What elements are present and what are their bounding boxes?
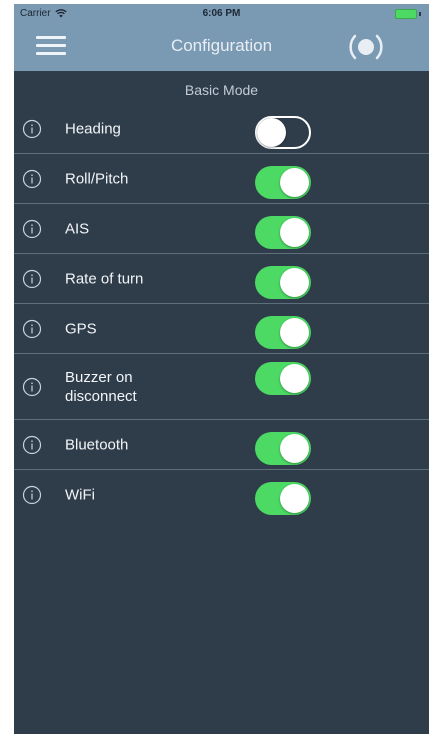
info-icon[interactable]: [22, 485, 42, 505]
wifi-toggle[interactable]: [255, 482, 311, 515]
battery-icon: [395, 9, 421, 19]
info-icon[interactable]: [22, 119, 42, 139]
setting-label: Rate of turn: [65, 270, 144, 287]
setting-row-bluetooth: Bluetooth: [14, 420, 429, 470]
setting-label: Buzzer on disconnect: [65, 368, 137, 405]
info-icon[interactable]: [22, 319, 42, 339]
ais-toggle[interactable]: [255, 216, 311, 249]
device-signal-icon[interactable]: [340, 26, 392, 68]
info-icon[interactable]: [22, 435, 42, 455]
info-icon[interactable]: [22, 377, 42, 397]
setting-row-wifi: WiFi: [14, 470, 429, 519]
gps-toggle[interactable]: [255, 316, 311, 349]
app-screen: Carrier 6:06 PM Configuration Basic Mode…: [14, 4, 429, 734]
settings-list: Heading Roll/Pitch AIS Rate of turn GPS …: [14, 104, 429, 519]
setting-label: AIS: [65, 220, 90, 237]
roll-pitch-toggle[interactable]: [255, 166, 311, 199]
status-bar: Carrier 6:06 PM: [14, 4, 429, 22]
header: Carrier 6:06 PM Configuration: [14, 4, 429, 71]
setting-row-buzzer: Buzzer on disconnect: [14, 354, 429, 420]
buzzer-toggle[interactable]: [255, 362, 311, 395]
rate-of-turn-toggle[interactable]: [255, 266, 311, 299]
info-icon[interactable]: [22, 219, 42, 239]
mode-label: Basic Mode: [184, 82, 259, 98]
setting-label: GPS: [65, 320, 97, 337]
setting-label: Bluetooth: [65, 436, 129, 453]
setting-row-heading: Heading: [14, 104, 429, 154]
setting-label: WiFi: [65, 486, 95, 503]
setting-row-gps: GPS: [14, 304, 429, 354]
setting-label: Heading: [65, 120, 121, 137]
setting-row-roll-pitch: Roll/Pitch: [14, 154, 429, 204]
setting-label: Roll/Pitch: [65, 170, 129, 187]
setting-row-ais: AIS: [14, 204, 429, 254]
status-time: 6:06 PM: [202, 8, 241, 19]
heading-toggle[interactable]: [255, 116, 311, 149]
bluetooth-toggle[interactable]: [255, 432, 311, 465]
navigation-bar: Configuration: [14, 22, 429, 71]
setting-row-rate-of-turn: Rate of turn: [14, 254, 429, 304]
info-icon[interactable]: [22, 169, 42, 189]
info-icon[interactable]: [22, 269, 42, 289]
